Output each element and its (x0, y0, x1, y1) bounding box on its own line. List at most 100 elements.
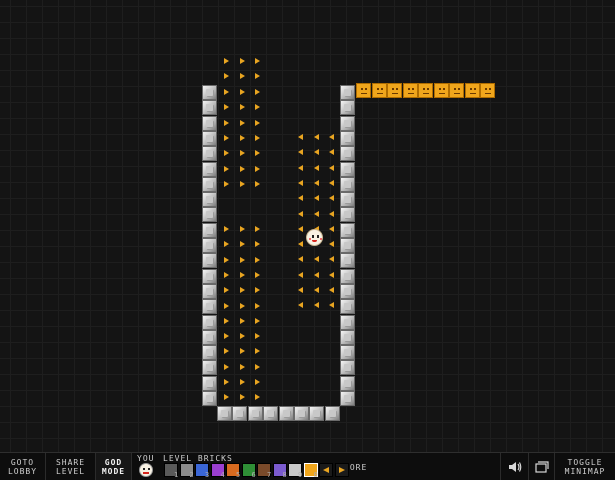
floor-brick (263, 406, 278, 421)
goto-lobby-button[interactable]: GOTO LOBBY (0, 453, 46, 480)
brick-swatch[interactable] (334, 463, 349, 477)
sound-toggle-button[interactable] (500, 453, 528, 480)
boost-left-arrow (298, 211, 303, 217)
boost-right-arrow (255, 89, 260, 95)
brick-hotkey-number: 3 (205, 471, 210, 479)
wall-brick (340, 223, 355, 238)
boost-left-arrow (298, 134, 303, 140)
boost-left-arrow (329, 241, 334, 247)
wall-brick (202, 360, 217, 375)
boost-right-arrow (255, 73, 260, 79)
wall-brick (340, 315, 355, 330)
coin-block (449, 83, 464, 98)
fullscreen-button[interactable] (528, 453, 554, 480)
floor-brick (279, 406, 294, 421)
brick-hotkey-number: 4 (220, 471, 225, 479)
boost-right-arrow (255, 364, 260, 370)
boost-right-arrow (255, 58, 260, 64)
god-mode-label-line1: GOD (104, 457, 123, 467)
goto-lobby-label-line2: LOBBY (7, 466, 38, 476)
boost-right-arrow (224, 73, 229, 79)
boost-right-arrow (240, 287, 245, 293)
share-level-button[interactable]: SHARE LEVEL (46, 453, 96, 480)
wall-brick (340, 85, 355, 100)
wall-brick (340, 253, 355, 268)
player-smiley[interactable] (306, 229, 323, 246)
floor-brick (325, 406, 340, 421)
boost-right-arrow (240, 348, 245, 354)
boost-left-arrow (314, 256, 319, 262)
wall-brick (340, 131, 355, 146)
boost-left-arrow (298, 165, 303, 171)
wall-brick (340, 192, 355, 207)
boost-right-arrow (224, 226, 229, 232)
toggle-minimap-label-line2: MINIMAP (564, 466, 606, 476)
brick-hotkey-number: 2 (189, 471, 194, 479)
boost-right-arrow (224, 348, 229, 354)
boost-right-arrow (224, 257, 229, 263)
boost-left-arrow (314, 180, 319, 186)
boost-right-arrow (224, 303, 229, 309)
coin-block (464, 83, 480, 98)
toggle-minimap-label-line1: TOGGLE (567, 457, 603, 467)
boost-left-arrow (298, 287, 303, 293)
wall-brick (202, 345, 217, 360)
god-mode-label-line2: MODE (101, 466, 126, 476)
boost-right-arrow (224, 287, 229, 293)
brick-swatch[interactable] (319, 463, 333, 477)
boost-left-arrow (298, 272, 303, 278)
brick-hotkey-number: 9 (298, 471, 303, 479)
boost-right-arrow (224, 104, 229, 110)
wall-brick (202, 207, 217, 222)
boost-right-arrow (224, 120, 229, 126)
boost-right-arrow (255, 120, 260, 126)
wall-brick (340, 177, 355, 192)
boost-right-arrow (224, 58, 229, 64)
boost-right-arrow (240, 394, 245, 400)
boost-left-arrow (298, 149, 303, 155)
wall-brick (202, 131, 217, 146)
player-smiley-icon[interactable] (139, 463, 153, 477)
god-mode-button[interactable]: GOD MODE (96, 453, 132, 480)
toggle-minimap-button[interactable]: TOGGLE MINIMAP (554, 453, 615, 480)
wall-brick (202, 299, 217, 314)
boost-left-arrow (329, 287, 334, 293)
floor-brick (309, 406, 324, 421)
wall-brick (202, 177, 217, 192)
boost-left-arrow (314, 195, 319, 201)
coin-block (480, 83, 495, 98)
boost-left-arrow (329, 165, 334, 171)
wall-brick (340, 116, 355, 131)
boost-right-arrow (240, 181, 245, 187)
speaker-icon (508, 461, 521, 472)
wall-brick (202, 269, 217, 284)
brick-hotkey-number: 0 (313, 471, 318, 479)
wall-brick (202, 330, 217, 345)
wall-brick (340, 391, 355, 406)
boost-left-arrow (329, 149, 334, 155)
level-bricks-label: LEVEL BRICKS (163, 454, 233, 463)
boost-right-arrow (255, 150, 260, 156)
wall-brick (202, 146, 217, 161)
boost-left-arrow (298, 195, 303, 201)
boost-right-arrow (240, 104, 245, 110)
boost-right-arrow (224, 166, 229, 172)
boost-left-arrow (314, 149, 319, 155)
boost-left-arrow (329, 256, 334, 262)
you-section[interactable]: YOU (134, 453, 160, 480)
wall-brick (202, 85, 217, 100)
brick-hotkey-number: 1 (174, 471, 179, 479)
boost-left-arrow (314, 302, 319, 308)
game-world[interactable] (0, 0, 615, 452)
boost-right-arrow (255, 333, 260, 339)
wall-brick (202, 315, 217, 330)
boost-right-arrow (224, 364, 229, 370)
boost-right-arrow (224, 181, 229, 187)
boost-right-arrow (240, 135, 245, 141)
boost-right-arrow (240, 166, 245, 172)
boost-right-arrow (255, 394, 260, 400)
boost-right-arrow (224, 394, 229, 400)
wall-brick (202, 162, 217, 177)
wall-brick (202, 223, 217, 238)
wall-brick (340, 269, 355, 284)
